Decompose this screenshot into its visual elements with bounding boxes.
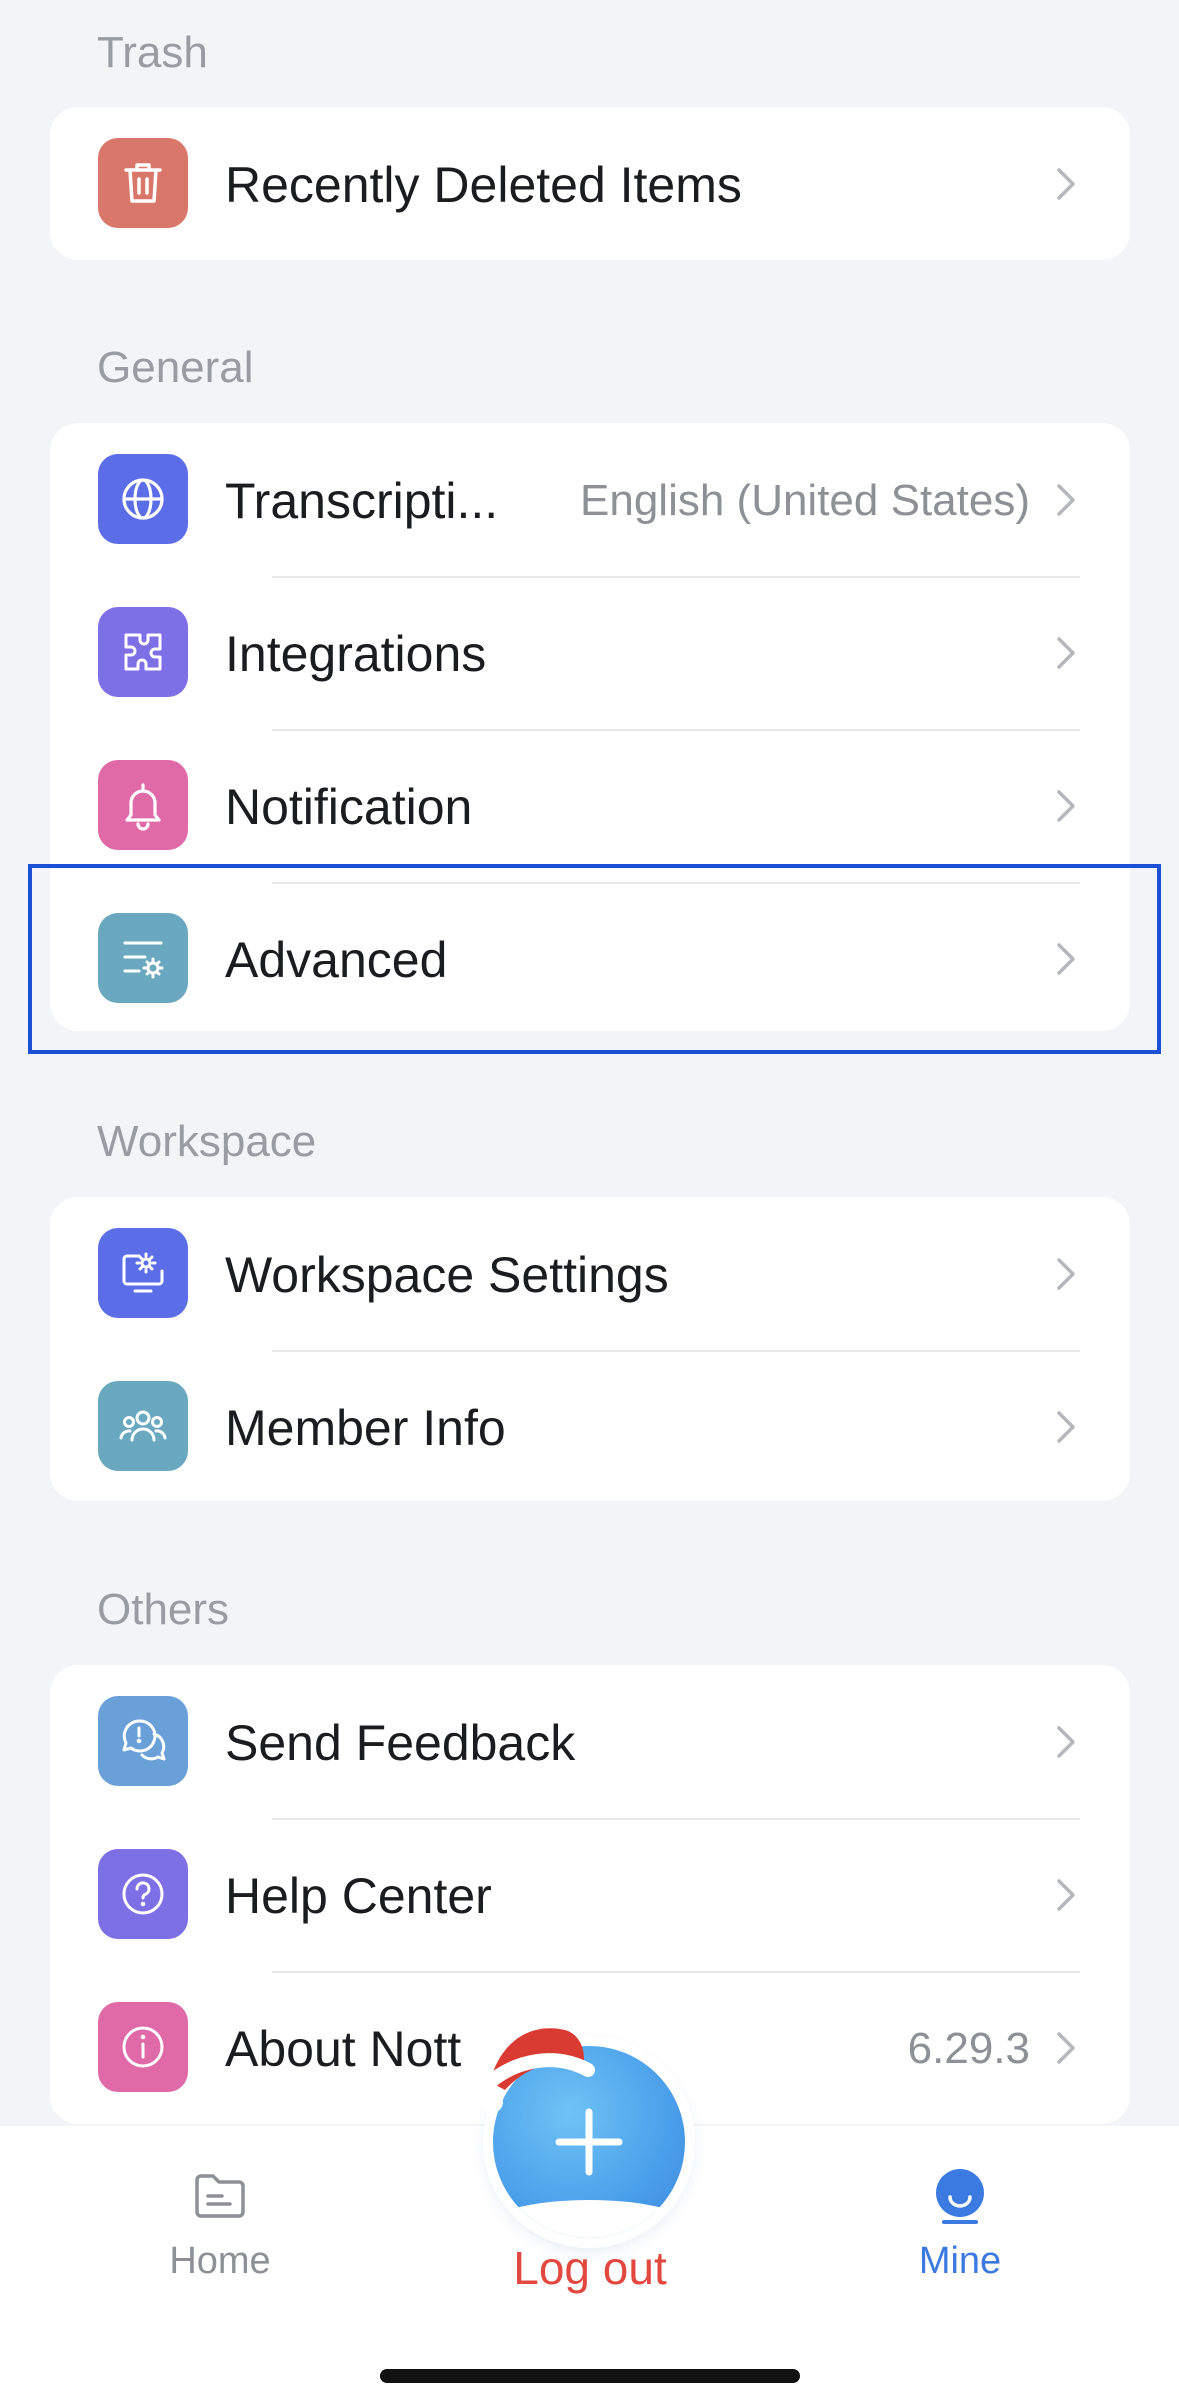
app-version-value: 6.29.3 [907,2024,1030,2073]
chevron-right-icon [1057,168,1075,200]
info-icon [98,2002,188,2092]
row-label: Help Center [225,1868,492,1924]
row-label: About Nott [225,2021,462,2077]
trash-card: Recently Deleted Items [50,107,1130,260]
section-title-general: General [97,343,254,392]
row-recently-deleted[interactable]: Recently Deleted Items [50,107,1130,260]
row-integrations[interactable]: Integrations [50,576,1130,729]
chevron-right-icon [1057,943,1075,975]
row-label: Integrations [225,626,487,682]
row-label: Send Feedback [225,1715,576,1771]
chevron-right-icon [1057,637,1075,669]
logout-button[interactable]: Log out [500,2245,680,2291]
chevron-right-icon [1057,1726,1075,1758]
general-card: Transcripti... English (United States) I… [50,423,1130,1031]
tab-mine[interactable]: Mine [860,2166,1060,2316]
row-help-center[interactable]: Help Center [50,1818,1130,1971]
chevron-right-icon [1057,484,1075,516]
row-label: Recently Deleted Items [225,157,742,213]
home-indicator [380,2369,800,2383]
profile-icon [936,2169,984,2224]
row-label: Transcripti... [225,473,499,529]
row-label: Member Info [225,1400,506,1456]
transcription-language-value: English (United States) [580,476,1030,525]
help-icon [98,1849,188,1939]
tab-home-label: Home [169,2240,271,2282]
settings-list-icon [98,913,188,1003]
snow-decoration [493,2200,685,2238]
chevron-right-icon [1057,1411,1075,1443]
row-member-info[interactable]: Member Info [50,1350,1130,1501]
members-icon [98,1381,188,1471]
puzzle-icon [98,607,188,697]
santa-hat-icon [481,2028,595,2113]
row-label: Workspace Settings [225,1247,669,1303]
row-workspace-settings[interactable]: Workspace Settings [50,1197,1130,1350]
row-advanced[interactable]: Advanced [50,882,1130,1031]
tab-home[interactable]: Home [120,2166,320,2316]
tab-mine-label: Mine [918,2240,1002,2282]
row-notification[interactable]: Notification [50,729,1130,882]
row-transcription-language[interactable]: Transcripti... English (United States) [50,423,1130,576]
trash-icon [98,138,188,228]
row-label: Notification [225,779,473,835]
row-label: Advanced [225,932,448,988]
workspace-card: Workspace Settings Member Info [50,1197,1130,1501]
bell-icon [98,760,188,850]
globe-icon [98,454,188,544]
section-title-others: Others [97,1585,230,1634]
folder-icon [195,2174,245,2218]
chevron-right-icon [1057,1879,1075,1911]
feedback-icon [98,1696,188,1786]
row-send-feedback[interactable]: Send Feedback [50,1665,1130,1818]
chevron-right-icon [1057,790,1075,822]
section-title-workspace: Workspace [97,1117,317,1166]
chevron-right-icon [1057,1258,1075,1290]
chevron-right-icon [1057,2032,1075,2064]
workspace-settings-icon [98,1228,188,1318]
section-title-trash: Trash [97,28,208,77]
